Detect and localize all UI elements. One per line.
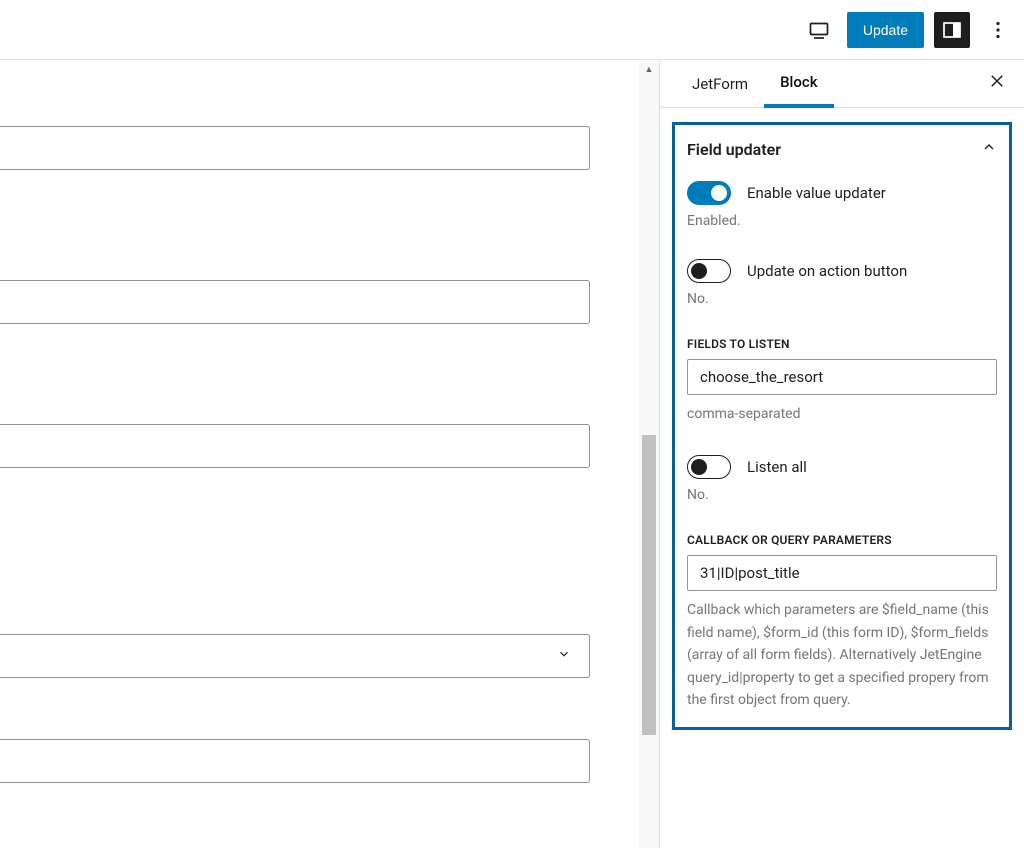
update-button[interactable]: Update [847,12,924,48]
scrollbar-thumb[interactable] [642,435,656,735]
preview-button[interactable] [801,12,837,48]
callback-params-input[interactable] [687,555,997,591]
close-sidebar-button[interactable] [982,66,1012,102]
toggle-label: Update on action button [747,262,907,280]
callback-params-label: CALLBACK OR QUERY PARAMETERS [687,533,997,547]
more-vertical-icon [986,18,1010,42]
tab-block[interactable]: Block [764,60,833,108]
chevron-up-icon [981,139,997,159]
enable-value-updater-toggle[interactable] [687,181,731,205]
fields-to-listen-label: FIELDS TO LISTEN [687,337,997,351]
form-field[interactable] [0,126,590,170]
settings-panel-button[interactable] [934,12,970,48]
settings-sidebar: JetForm Block Field updater Enable value… [659,60,1024,848]
more-options-button[interactable] [980,12,1016,48]
update-on-action-toggle[interactable] [687,259,731,283]
close-icon [988,72,1006,90]
toggle-status: No. [687,487,997,503]
form-field[interactable] [0,739,590,783]
tab-jetform[interactable]: JetForm [676,60,764,108]
editor-canvas: Value. [0,60,639,848]
toggle-label: Enable value updater [747,184,886,202]
listen-all-toggle[interactable] [687,455,731,479]
value-placeholder-text: Value. [0,516,590,536]
panel-toggle-header[interactable]: Field updater [687,139,997,159]
top-toolbar: Update [0,0,1024,60]
toggle-status: Enabled. [687,213,997,229]
help-text: comma-separated [687,403,997,425]
form-select-field[interactable] [0,634,590,678]
field-updater-panel: Field updater Enable value updater Enabl… [672,122,1012,730]
form-field[interactable] [0,424,590,468]
panel-title: Field updater [687,140,781,159]
chevron-down-icon [557,647,571,665]
form-field[interactable] [0,280,590,324]
fields-to-listen-input[interactable] [687,359,997,395]
toggle-status: No. [687,291,997,307]
sidebar-tabs: JetForm Block [660,60,1024,108]
help-text: Callback which parameters are $field_nam… [687,599,997,711]
sidebar-panel-icon [940,18,964,42]
scroll-up-icon: ▲ [639,60,659,78]
toggle-label: Listen all [747,458,807,476]
editor-scrollbar[interactable]: ▲ [639,60,659,848]
desktop-icon [807,18,831,42]
